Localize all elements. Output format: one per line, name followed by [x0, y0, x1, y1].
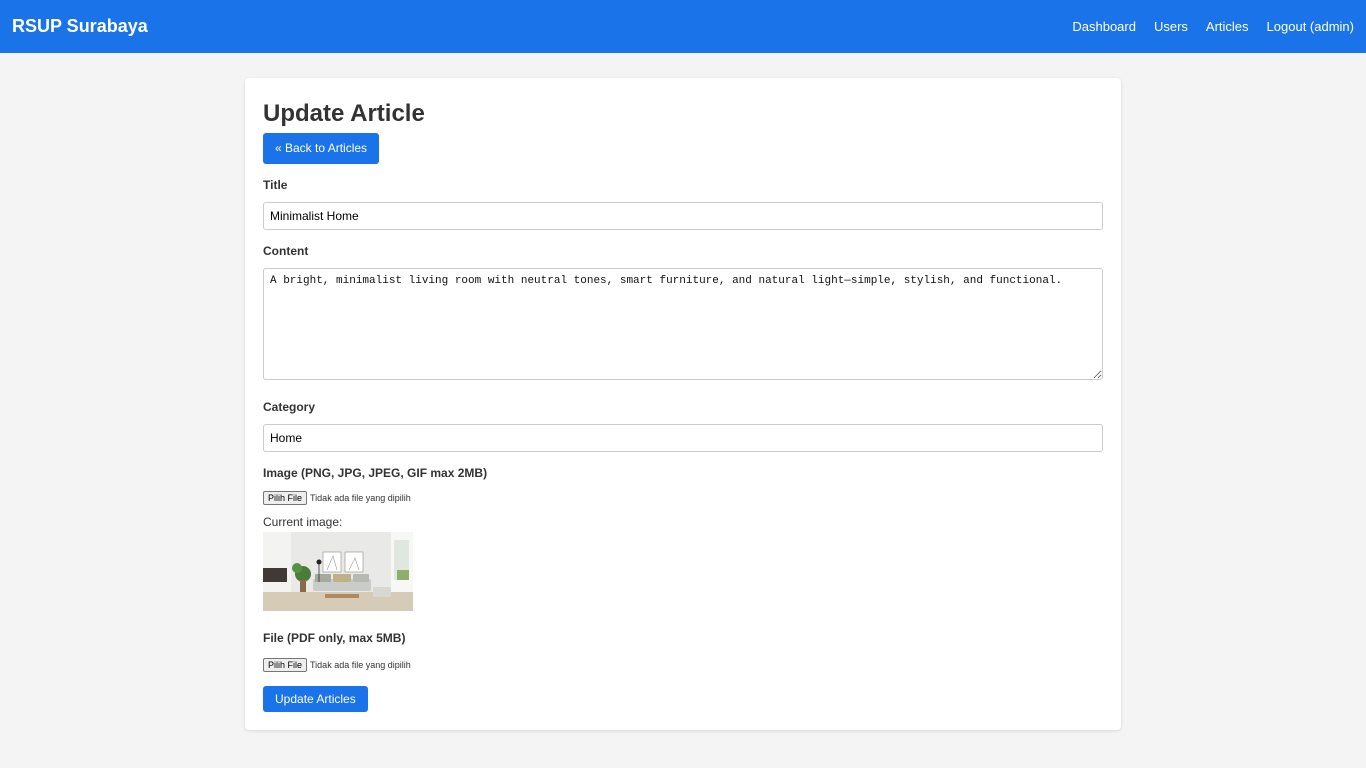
file-label: File (PDF only, max 5MB) [263, 631, 406, 645]
image-file-status: Tidak ada file yang dipilih [310, 493, 411, 503]
image-choose-file-button[interactable]: Pilih File [263, 491, 308, 505]
nav-link-logout[interactable]: Logout (admin) [1267, 19, 1354, 34]
pdf-choose-file-button[interactable]: Pilih File [263, 658, 308, 672]
content-label: Content [263, 244, 309, 258]
title-input[interactable] [263, 202, 1103, 230]
category-input[interactable] [263, 424, 1103, 452]
nav-links: Dashboard Users Articles Logout (admin) [1072, 19, 1354, 34]
current-image-thumbnail [263, 532, 413, 611]
title-label: Title [263, 178, 288, 192]
pdf-file-status: Tidak ada file yang dipilih [310, 660, 411, 670]
back-to-articles-button[interactable]: « Back to Articles [263, 133, 380, 164]
content-textarea[interactable]: A bright, minimalist living room with ne… [263, 268, 1103, 380]
update-article-card: Update Article « Back to Articles Title … [245, 78, 1121, 730]
update-articles-button[interactable]: Update Articles [263, 686, 368, 712]
nav-link-users[interactable]: Users [1154, 19, 1188, 34]
brand-link[interactable]: RSUP Surabaya [12, 16, 148, 37]
image-file-picker: Pilih File Tidak ada file yang dipilih [263, 491, 1103, 505]
nav-link-dashboard[interactable]: Dashboard [1072, 19, 1136, 34]
top-navbar: RSUP Surabaya Dashboard Users Articles L… [0, 0, 1366, 53]
category-label: Category [263, 400, 316, 414]
page-title: Update Article [263, 100, 425, 127]
image-label: Image (PNG, JPG, JPEG, GIF max 2MB) [263, 466, 488, 480]
current-image-label: Current image: [263, 515, 343, 529]
nav-link-articles[interactable]: Articles [1206, 19, 1249, 34]
living-room-image [263, 532, 413, 611]
pdf-file-picker: Pilih File Tidak ada file yang dipilih [263, 658, 1103, 672]
